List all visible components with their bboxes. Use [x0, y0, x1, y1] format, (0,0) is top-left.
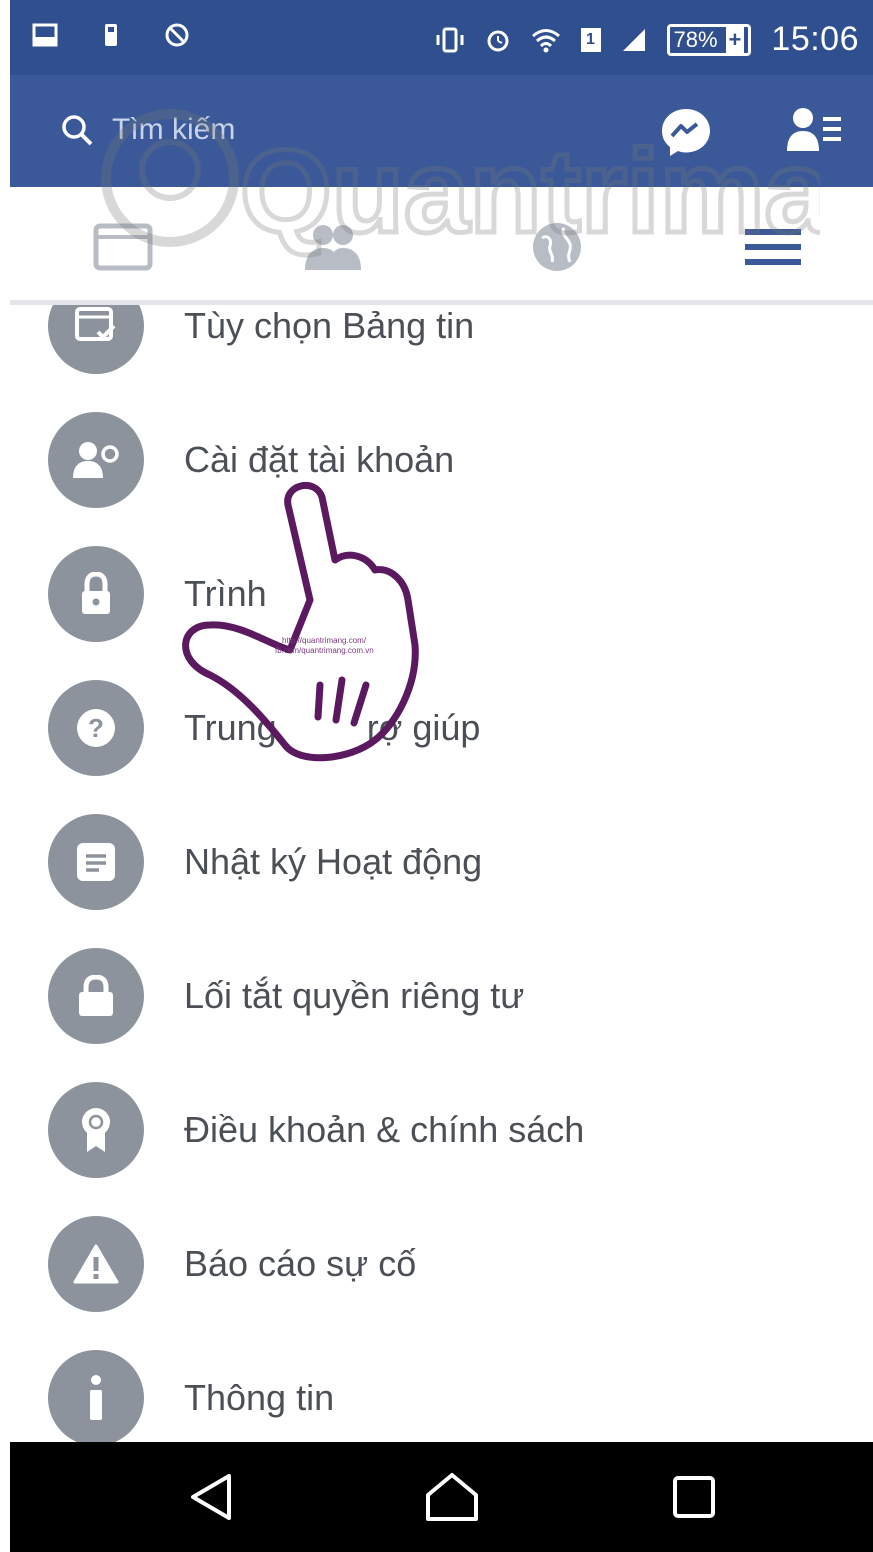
menu-item-label: Trình	[184, 573, 267, 614]
menu-item-label: Báo cáo sự cố	[184, 1243, 417, 1284]
menu-item-privacy-shortcuts[interactable]: Lối tắt quyền riêng tư	[0, 929, 873, 1063]
sim-slot-icon: 1	[580, 27, 601, 52]
menu-item-news-feed-preferences[interactable]: Tùy chọn Bảng tin	[0, 305, 873, 393]
tab-news-feed[interactable]	[88, 217, 158, 277]
menu-item-browser[interactable]: Trình	[0, 527, 873, 661]
back-button[interactable]	[182, 1469, 242, 1525]
signal-icon	[622, 28, 645, 51]
screenshot-notification-icon	[32, 23, 58, 47]
recent-apps-button[interactable]	[664, 1469, 724, 1525]
hamburger-menu-icon	[745, 229, 801, 265]
menu-item-activity-log[interactable]: Nhật ký Hoạt động	[0, 795, 873, 929]
blocked-notification-icon	[165, 23, 189, 47]
back-icon	[191, 1474, 231, 1520]
app-header: Tìm kiếm	[10, 75, 873, 187]
menu-item-label: Lối tắt quyền riêng tư	[184, 975, 525, 1016]
globe-icon	[533, 223, 581, 271]
settings-menu-list: Tùy chọn Bảng tin Cài đặt tài khoản Trìn…	[0, 305, 873, 1442]
terms-badge-icon	[48, 1082, 144, 1178]
tab-menu[interactable]	[738, 217, 808, 277]
menu-item-report-problem[interactable]: Báo cáo sự cố	[0, 1197, 873, 1331]
lock-icon	[48, 546, 144, 642]
recent-apps-icon	[673, 1476, 715, 1518]
home-button[interactable]	[422, 1469, 482, 1525]
charging-icon: +	[725, 26, 745, 53]
status-bar: 1 78% + 15:06	[10, 0, 873, 75]
menu-item-label: Trung rợ giúp	[184, 707, 480, 749]
svg-text:?: ?	[88, 713, 104, 743]
battery-level: 78%	[673, 26, 718, 52]
help-label-end: rợ giúp	[366, 707, 481, 748]
friend-requests-icon	[787, 108, 841, 151]
menu-item-label: Cài đặt tài khoản	[184, 439, 455, 480]
activity-log-icon	[48, 814, 144, 910]
messenger-button[interactable]	[659, 105, 713, 164]
menu-item-label: Nhật ký Hoạt động	[184, 841, 483, 882]
tab-notifications[interactable]	[522, 217, 592, 277]
news-feed-settings-icon	[48, 305, 144, 374]
navigation-tabs	[10, 187, 873, 305]
menu-item-help-center[interactable]: ? Trung rợ giúp	[0, 661, 873, 795]
friend-requests-button[interactable]	[785, 105, 845, 160]
alarm-icon	[487, 30, 508, 51]
clock: 15:06	[771, 20, 859, 58]
menu-item-terms-policies[interactable]: Điều khoản & chính sách	[0, 1063, 873, 1197]
android-navigation-bar	[10, 1442, 873, 1552]
menu-item-label: Tùy chọn Bảng tin	[184, 305, 475, 346]
warning-icon	[48, 1216, 144, 1312]
vibrate-icon	[436, 27, 463, 52]
menu-item-label: Điều khoản & chính sách	[184, 1109, 585, 1150]
account-settings-icon	[48, 412, 144, 508]
sim-notification-icon	[105, 24, 117, 46]
menu-item-label: Thông tin	[184, 1377, 335, 1418]
tab-friends[interactable]	[298, 217, 368, 277]
menu-item-account-settings[interactable]: Cài đặt tài khoản	[0, 393, 873, 527]
help-icon: ?	[48, 680, 144, 776]
privacy-lock-icon	[48, 948, 144, 1044]
search-bar[interactable]: Tìm kiếm	[60, 113, 235, 147]
help-label-start: Trung	[184, 707, 277, 748]
news-feed-icon	[93, 223, 153, 271]
menu-item-about[interactable]: Thông tin	[0, 1331, 873, 1442]
info-icon	[48, 1350, 144, 1442]
messenger-icon	[662, 109, 710, 156]
friends-icon	[305, 225, 361, 270]
home-icon	[426, 1473, 478, 1521]
battery-indicator: 78% +	[666, 23, 752, 56]
search-icon	[62, 115, 93, 146]
search-placeholder[interactable]: Tìm kiếm	[112, 113, 235, 147]
wifi-icon	[531, 28, 560, 52]
